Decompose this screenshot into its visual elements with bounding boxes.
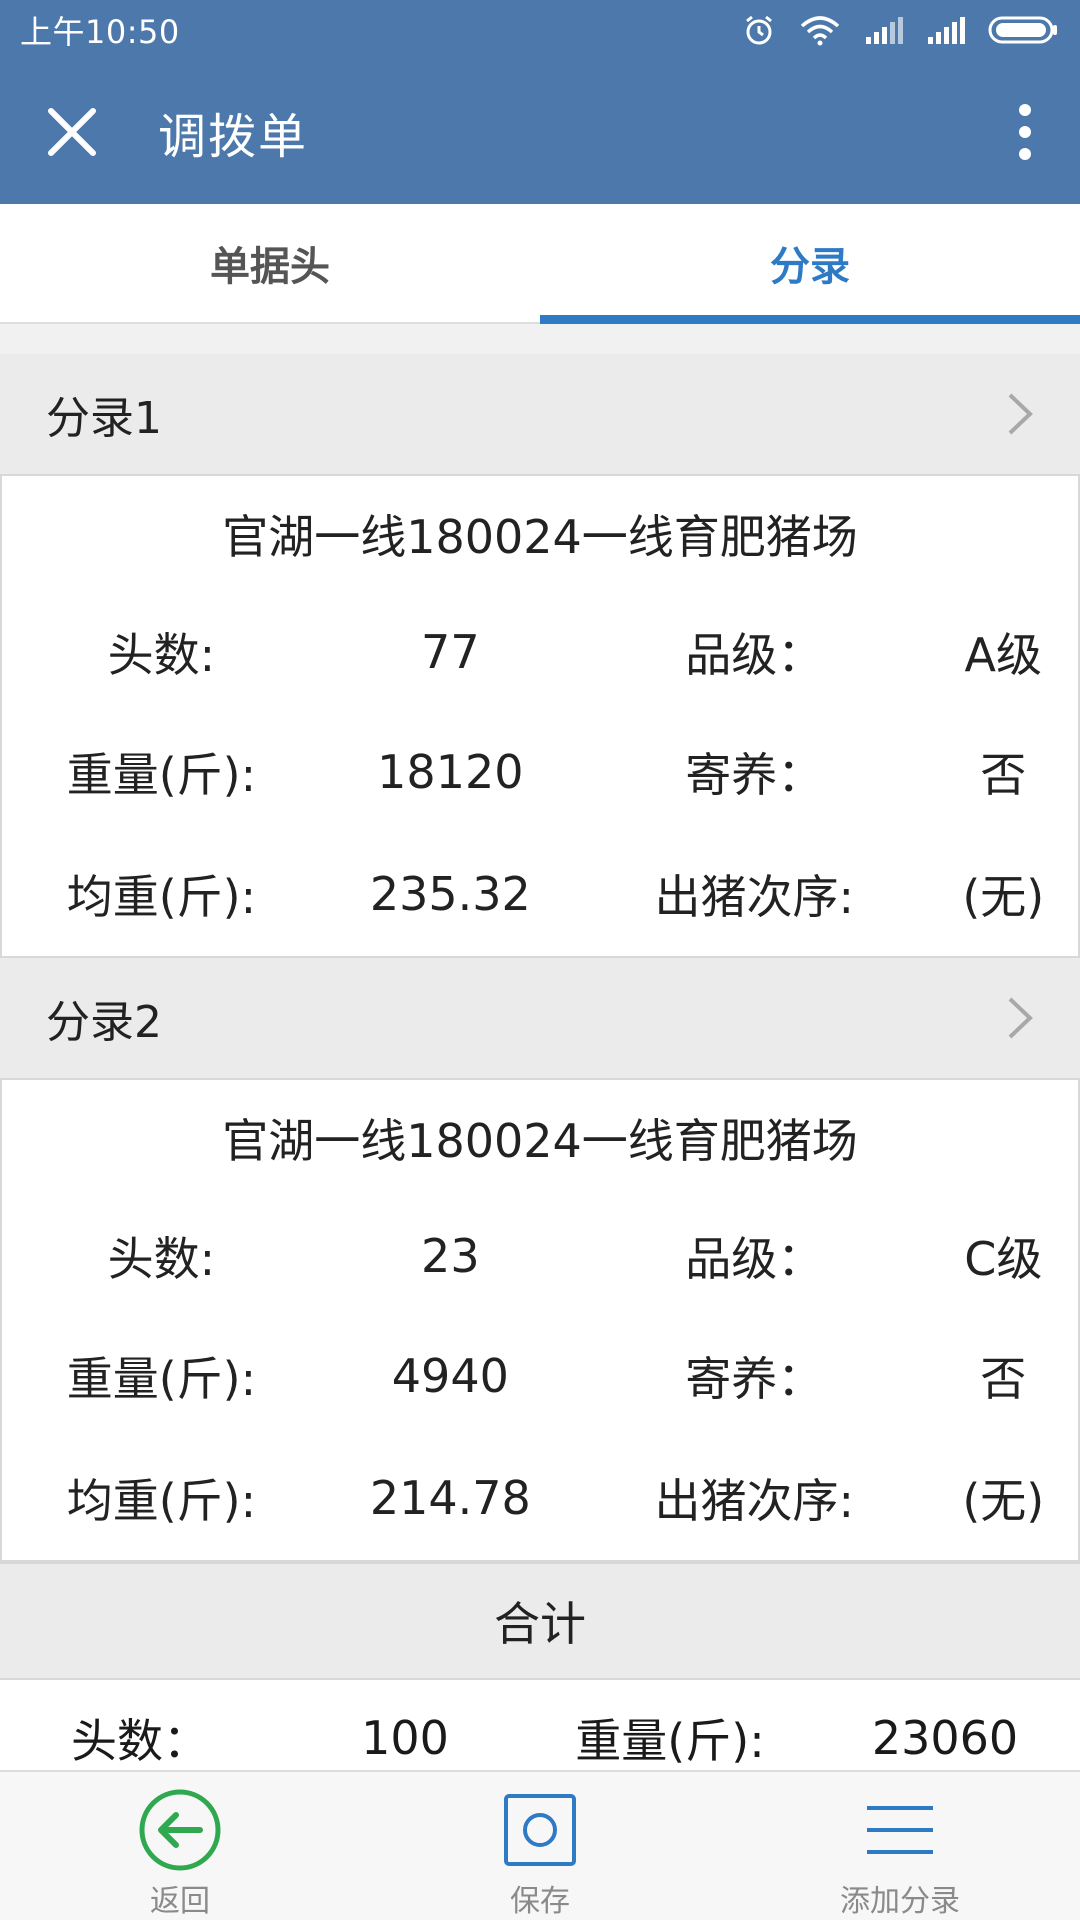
more-button[interactable] (970, 60, 1080, 204)
farm-name: 官湖一线180024一线育肥猪场 (222, 510, 858, 564)
entry-title: 分录2 (46, 997, 162, 1048)
foster-value: 否 (980, 1352, 1027, 1406)
bottom-toolbar: 返回 保存 添加分录 (0, 1770, 1080, 1920)
foster-value: 否 (980, 748, 1027, 802)
avg-weight-value: 214.78 (369, 1471, 531, 1525)
chevron-right-icon (1008, 997, 1033, 1039)
detail-row: 头数: 23 品级： C级 (2, 1196, 1078, 1316)
app-bar: 调拨单 (0, 60, 1080, 204)
detail-row: 重量(斤): 18120 寄养： 否 (2, 712, 1078, 832)
page-title: 调拨单 (158, 109, 309, 165)
signal-icon-2 (928, 17, 965, 44)
status-icons (742, 13, 1060, 47)
chevron-right-icon (1008, 393, 1033, 435)
grade-label: 品级： (685, 628, 824, 682)
avg-weight-label: 均重(斤): (66, 870, 257, 924)
grade-value: A级 (964, 628, 1042, 682)
avg-weight-label: 均重(斤): (66, 1474, 257, 1528)
weight-label: 重量(斤): (66, 1352, 257, 1406)
back-button[interactable]: 返回 (0, 1772, 360, 1920)
shipping-order-value: (无) (962, 1474, 1045, 1528)
head-count-value: 77 (421, 625, 480, 679)
add-entry-label: 添加分录 (840, 1884, 960, 1919)
back-arrow-icon (139, 1789, 221, 1871)
head-count-value: 23 (421, 1229, 480, 1283)
entries-list: 分录1 官湖一线180024一线育肥猪场 头数: 77 品级： A级 重量(斤)… (0, 354, 1080, 1796)
back-icon-wrap (138, 1786, 222, 1874)
detail-row: 头数: 77 品级： A级 (2, 592, 1078, 712)
shipping-order-label: 出猪次序: (654, 1474, 854, 1528)
wifi-icon (800, 16, 840, 46)
tab-entries[interactable]: 分录 (540, 204, 1080, 324)
save-label: 保存 (510, 1884, 570, 1919)
signal-icon (866, 17, 903, 44)
total-weight-value: 23060 (871, 1711, 1019, 1765)
save-icon (504, 1794, 576, 1866)
weight-label: 重量(斤): (66, 748, 257, 802)
battery-icon (988, 16, 1057, 44)
entry-header-1[interactable]: 分录1 (0, 354, 1080, 474)
shipping-order-label: 出猪次序: (654, 870, 854, 924)
entry-card-2: 官湖一线180024一线育肥猪场 头数: 23 品级： C级 重量(斤): 49… (0, 1078, 1080, 1562)
farm-name: 官湖一线180024一线育肥猪场 (222, 1114, 858, 1168)
tab-bar: 单据头 分录 (0, 204, 1080, 324)
more-vertical-icon (1019, 104, 1031, 160)
entry-title: 分录1 (46, 393, 162, 444)
head-count-label: 头数: (107, 1232, 216, 1286)
grade-value: C级 (964, 1232, 1043, 1286)
head-count-label: 头数: (107, 628, 216, 682)
alarm-icon (746, 15, 772, 45)
grade-label: 品级： (685, 1232, 824, 1286)
tab-document-header[interactable]: 单据头 (0, 204, 540, 322)
close-button[interactable] (0, 60, 144, 204)
total-head-count-label: 头数： (71, 1714, 209, 1768)
detail-row: 均重(斤): 235.32 出猪次序: (无) (2, 832, 1078, 956)
foster-label: 寄养： (685, 1352, 824, 1406)
status-bar: 上午10:50 (0, 0, 1080, 60)
entry-header-2[interactable]: 分录2 (0, 958, 1080, 1078)
foster-label: 寄养： (685, 748, 824, 802)
entry-card-1: 官湖一线180024一线育肥猪场 头数: 77 品级： A级 重量(斤): 18… (0, 474, 1080, 958)
save-icon-wrap (503, 1786, 577, 1874)
total-header: 合计 (0, 1562, 1080, 1680)
close-icon (48, 108, 96, 156)
add-entry-button[interactable]: 添加分录 (720, 1772, 1080, 1920)
weight-value: 4940 (391, 1349, 509, 1403)
menu-lines-icon (867, 1806, 933, 1854)
avg-weight-value: 235.32 (369, 867, 531, 921)
detail-row: 均重(斤): 214.78 出猪次序: (无) (2, 1436, 1078, 1560)
detail-row: 重量(斤): 4940 寄养： 否 (2, 1316, 1078, 1436)
weight-value: 18120 (377, 745, 524, 799)
add-entry-icon-wrap (865, 1786, 935, 1874)
total-weight-label: 重量(斤): (575, 1714, 765, 1768)
shipping-order-value: (无) (962, 870, 1045, 924)
total-head-count-value: 100 (361, 1711, 449, 1765)
save-button[interactable]: 保存 (360, 1772, 720, 1920)
back-label: 返回 (150, 1884, 210, 1919)
status-time: 上午10:50 (20, 13, 180, 51)
